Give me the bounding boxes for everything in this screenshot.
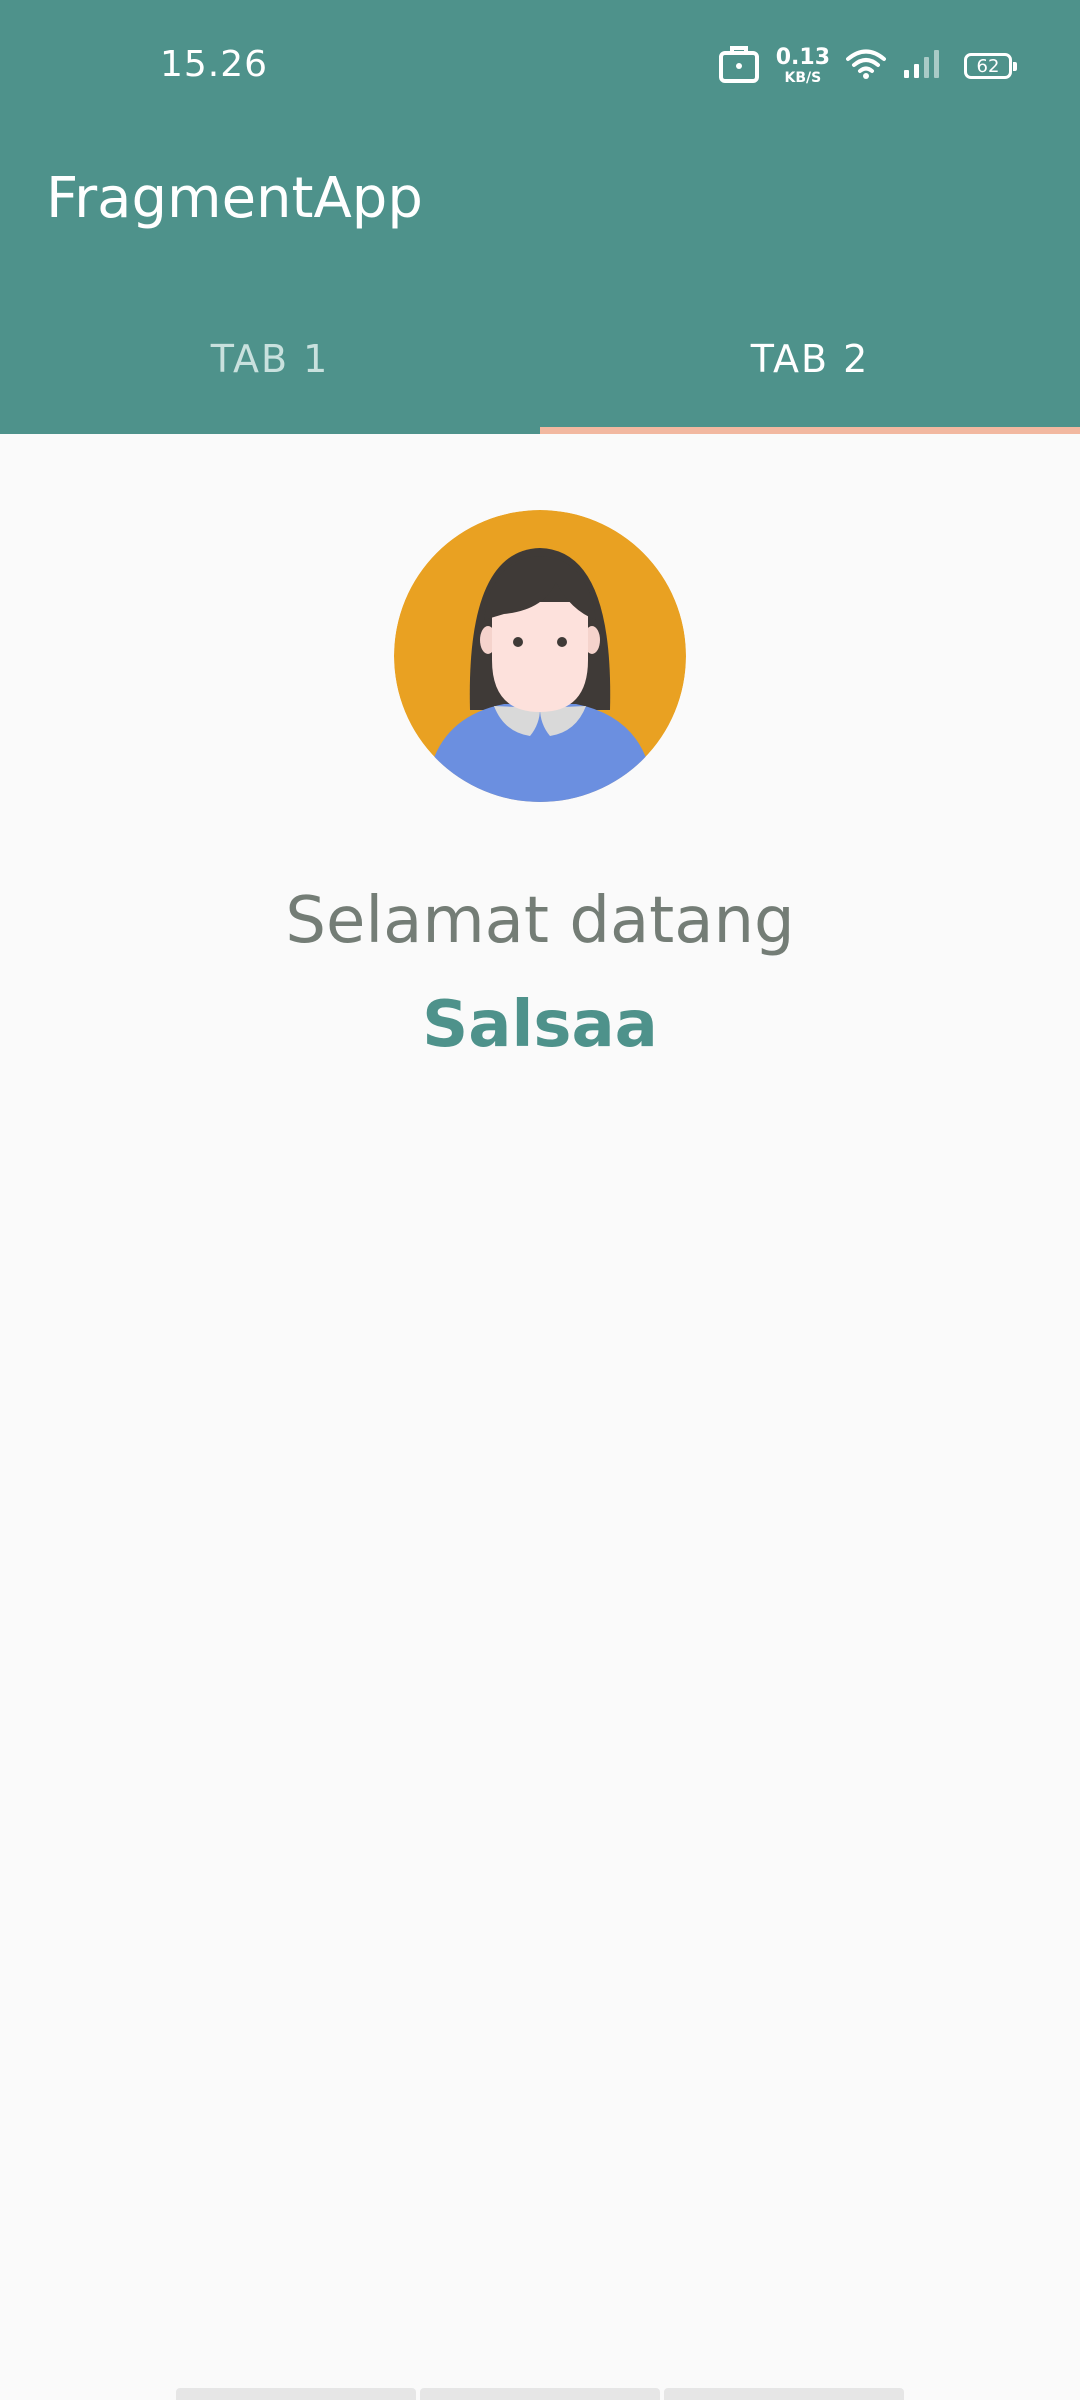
tab-1[interactable]: TAB 1	[0, 300, 540, 434]
tab-bar: TAB 1 TAB 2	[0, 300, 1080, 434]
username-text: Salsaa	[422, 988, 658, 1062]
nav-handle-right	[664, 2388, 904, 2400]
cellular-signal-icon	[902, 48, 942, 84]
battery-icon: 62	[964, 53, 1017, 79]
status-bar: 15.26 0.13 KB/S 62	[0, 0, 1080, 136]
navigation-handle[interactable]	[176, 2388, 904, 2400]
nav-handle-center	[420, 2388, 660, 2400]
user-avatar-icon	[394, 510, 686, 802]
status-time: 15.26	[160, 44, 269, 85]
nav-handle-left	[176, 2388, 416, 2400]
app-title: FragmentApp	[46, 166, 423, 231]
status-icons: 0.13 KB/S 62	[718, 44, 1017, 88]
tab-2-label: TAB 2	[750, 337, 870, 381]
network-speed: 0.13 KB/S	[775, 45, 830, 86]
tab-2[interactable]: TAB 2	[540, 300, 1080, 434]
tab-1-label: TAB 1	[210, 337, 330, 381]
greeting-text: Selamat datang	[285, 884, 795, 958]
wifi-icon	[846, 48, 886, 84]
briefcase-icon	[718, 44, 760, 88]
app-bar: 15.26 0.13 KB/S 62 FragmentApp TAB 1 TAB…	[0, 0, 1080, 434]
